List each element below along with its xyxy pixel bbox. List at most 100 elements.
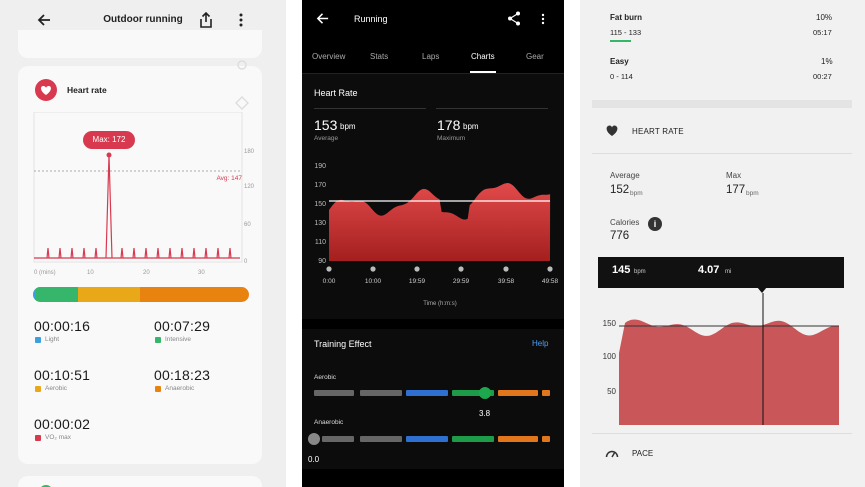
running-charts-panel: Running Overview Stats Laps Charts Gear … — [302, 0, 564, 487]
tab-gear[interactable]: Gear — [526, 52, 544, 61]
avg-label: Avg: 147 — [216, 175, 242, 182]
info-icon[interactable]: i — [648, 217, 662, 231]
zone-distribution-bar — [33, 287, 249, 302]
max-label: Max — [726, 171, 742, 180]
tab-stats[interactable]: Stats — [370, 52, 388, 61]
heart-icon-badge — [35, 79, 57, 101]
zone-name: Fat burn — [610, 13, 642, 22]
x-tick: 20 — [143, 270, 150, 276]
x-tick: 0:00 — [323, 278, 336, 285]
max-value: 177 — [726, 184, 746, 196]
speedometer-icon — [605, 450, 619, 458]
max-tooltip: Max: 172 — [83, 131, 135, 149]
y-tick: 180 — [244, 149, 255, 155]
tooltip-distance-value: 4.07 — [698, 264, 720, 276]
zone-percent: 10% — [816, 13, 833, 22]
zone-segment-aerobic — [78, 287, 140, 302]
heart-icon — [41, 85, 51, 95]
x-tick: 10:00 — [365, 278, 382, 285]
anaerobic-scale-seg — [322, 436, 354, 442]
zone-label-vo2max: VO₂ max — [45, 434, 71, 441]
x-axis-markers — [326, 266, 553, 272]
max-unit: bpm — [746, 190, 759, 197]
zone-vo2max-dot — [35, 435, 41, 441]
x-tick: 39:58 — [498, 278, 515, 285]
previous-card — [18, 30, 262, 58]
max-point — [106, 152, 112, 158]
section-title: Heart Rate — [314, 88, 358, 98]
zone-label-aerobic: Aerobic — [45, 385, 68, 392]
heart-rate-area — [619, 319, 839, 425]
settings-icon[interactable] — [235, 58, 249, 72]
zone-segment-intensive — [36, 287, 78, 302]
heart-rate-chart: Avg: 147 180 120 60 0 0 (mins) 10 20 30 — [33, 112, 255, 276]
tooltip-hr-unit: bpm — [634, 269, 646, 275]
tab-overview[interactable]: Overview — [312, 52, 345, 61]
page-title: Running — [354, 14, 388, 24]
y-tick: 0 — [244, 259, 248, 265]
section-separator — [592, 100, 852, 108]
zone-time-vo2max: 00:00:02 — [34, 416, 91, 432]
avg-hr-value: 153 — [314, 117, 338, 133]
max-hr-label: Maximum — [437, 135, 466, 142]
zone-percent: 1% — [821, 57, 833, 66]
help-link[interactable]: Help — [532, 339, 548, 348]
zone-time: 05:17 — [813, 28, 832, 37]
activity-summary-panel: Outdoor running Heart rate Avg: 147 180 … — [0, 0, 286, 487]
heart-rate-line — [34, 154, 240, 259]
y-tick: 130 — [314, 220, 326, 227]
more-options-icon[interactable] — [539, 11, 547, 27]
anaerobic-scale-seg — [360, 436, 402, 442]
anaerobic-value: 0.0 — [308, 455, 320, 464]
pace-section-title: PACE — [632, 449, 654, 458]
x-tick: 49:58 — [542, 278, 559, 285]
aerobic-scale-seg — [406, 390, 448, 396]
section-title: HEART RATE — [632, 127, 684, 136]
max-hr-value: 178 — [437, 117, 461, 133]
anaerobic-label: Anaerobic — [314, 419, 344, 426]
anaerobic-scale-seg — [542, 436, 550, 442]
chart-frame — [33, 112, 243, 263]
more-options-icon[interactable] — [236, 12, 246, 28]
share-icon[interactable] — [507, 11, 521, 26]
calories-label: Calories — [610, 218, 640, 227]
next-card — [18, 476, 262, 487]
y-tick: 190 — [314, 163, 326, 170]
y-tick: 150 — [603, 319, 617, 328]
y-tick: 120 — [244, 184, 255, 190]
zone-time: 00:27 — [813, 72, 832, 81]
y-tick: 50 — [607, 387, 616, 396]
heart-rate-area-chart: 150 100 50 — [603, 293, 839, 425]
aerobic-value: 3.8 — [479, 409, 491, 418]
scrub-tooltip: 145 bpm 4.07 mi — [598, 257, 844, 288]
avg-hr-label: Average — [314, 135, 339, 142]
y-tick: 100 — [603, 352, 617, 361]
anaerobic-scale-seg — [452, 436, 494, 442]
share-icon[interactable] — [198, 11, 214, 29]
zone-time-intensive: 00:07:29 — [154, 318, 211, 334]
aerobic-scale-seg — [360, 390, 402, 396]
stat-divider — [314, 108, 426, 109]
stat-divider — [436, 108, 548, 109]
tab-charts[interactable]: Charts — [471, 52, 495, 61]
y-tick: 60 — [244, 222, 251, 228]
back-arrow-icon[interactable] — [315, 11, 330, 26]
zone-name: Easy — [610, 57, 629, 66]
heart-rate-detail-panel: Fat burn 115 - 133 10% 05:17 Easy 0 - 11… — [580, 0, 865, 487]
aerobic-scale-seg — [314, 390, 354, 396]
zone-label-intensive: Intensive — [165, 336, 192, 343]
x-tick: 29:59 — [453, 278, 470, 285]
tooltip-distance-unit: mi — [725, 269, 732, 275]
zone-time-anaerobic: 00:18:23 — [154, 367, 211, 383]
zone-aerobic-dot — [35, 386, 41, 392]
section-gap — [302, 319, 564, 329]
tab-laps[interactable]: Laps — [422, 52, 439, 61]
anaerobic-scale-seg — [406, 436, 448, 442]
average-value: 152 — [610, 184, 630, 196]
x-tick: 0 (mins) — [34, 270, 56, 276]
y-tick: 150 — [314, 201, 326, 208]
average-unit: bpm — [630, 190, 643, 197]
diamond-icon[interactable] — [235, 96, 249, 110]
zone-progress — [610, 40, 631, 42]
zone-label-anaerobic: Anaerobic — [165, 385, 195, 392]
